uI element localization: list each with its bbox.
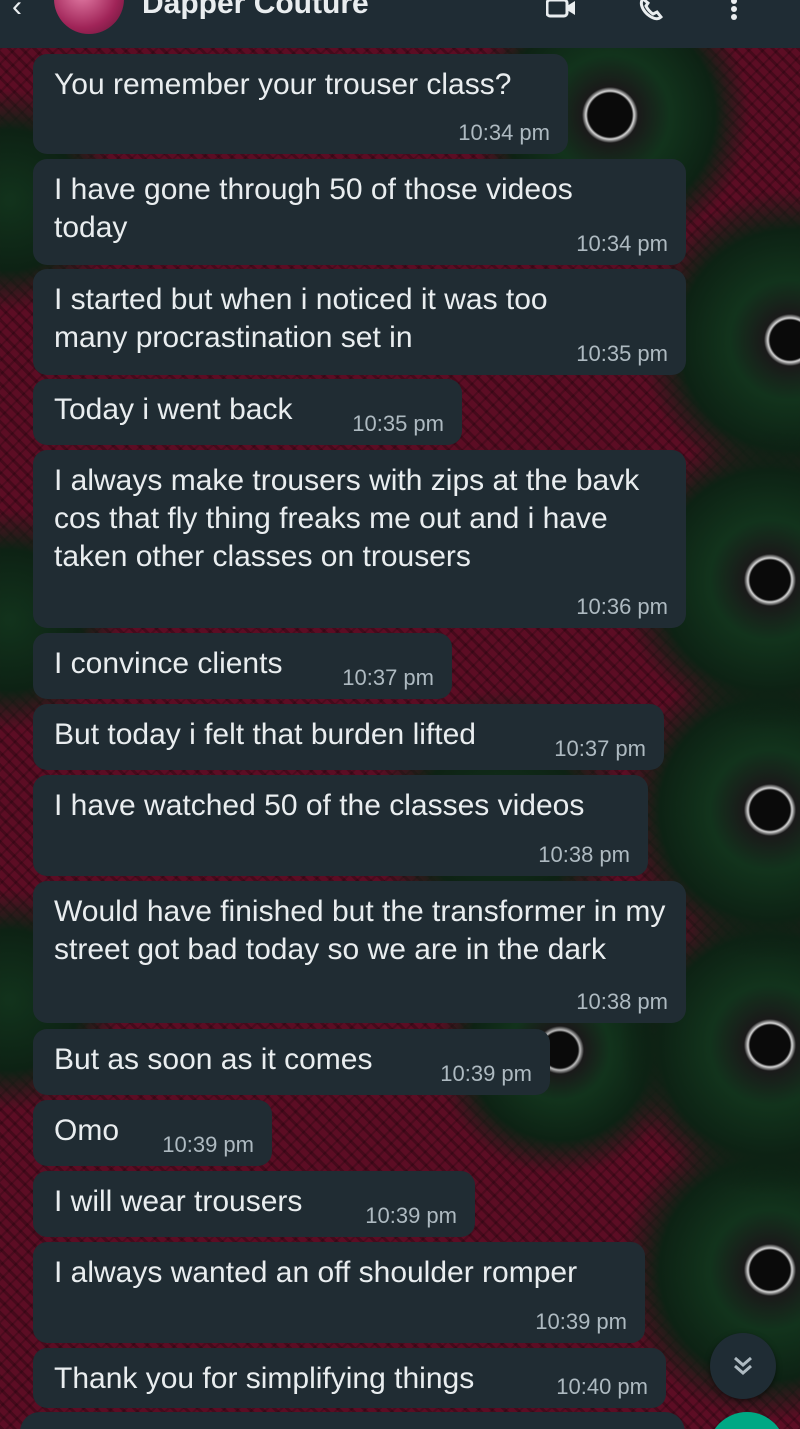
message-time: 10:35 pm: [576, 341, 668, 366]
scroll-to-bottom-button[interactable]: [710, 1333, 776, 1399]
message-bubble[interactable]: But today i felt that burden lifted 10:3…: [33, 704, 664, 770]
avatar[interactable]: [54, 0, 124, 34]
message-time: 10:38 pm: [538, 842, 630, 867]
message-time: 10:34 pm: [458, 120, 550, 145]
message-text: Would have finished but the transformer …: [54, 895, 674, 966]
message-bubble[interactable]: You remember your trouser class? 10:34 p…: [33, 54, 568, 154]
contact-name[interactable]: Dapper Couture: [142, 0, 369, 21]
message-time: 10:35 pm: [352, 411, 444, 436]
message-time: 10:39 pm: [365, 1203, 457, 1228]
message-text: I always make trousers with zips at the …: [54, 464, 648, 573]
message-time: 10:39 pm: [440, 1061, 532, 1086]
message-time: 10:34 pm: [576, 231, 668, 256]
more-options-icon[interactable]: [730, 0, 760, 21]
message-time: 10:38 pm: [576, 989, 668, 1014]
message-bubble[interactable]: But as soon as it comes 10:39 pm: [33, 1029, 550, 1095]
message-bubble[interactable]: Thank you for simplifying things 10:40 p…: [33, 1348, 666, 1408]
double-chevron-down-icon: [734, 1356, 752, 1375]
message-text: I have gone through 50 of those videos t…: [54, 173, 582, 244]
message-text: You remember your trouser class?: [54, 68, 512, 101]
message-bubble[interactable]: I started but when i noticed it was too …: [33, 269, 686, 375]
message-time: 10:40 pm: [556, 1374, 648, 1399]
message-time: 10:37 pm: [342, 665, 434, 690]
message-bubble[interactable]: Omo 10:39 pm: [33, 1100, 272, 1166]
message-bubble[interactable]: I will wear trousers 10:39 pm: [33, 1171, 475, 1237]
video-call-icon[interactable]: [545, 0, 576, 21]
message-bubble[interactable]: I always make trousers with zips at the …: [33, 450, 686, 628]
message-bubble[interactable]: I have watched 50 of the classes videos …: [33, 775, 648, 876]
message-bubble[interactable]: I have gone through 50 of those videos t…: [33, 159, 686, 265]
message-time: 10:39 pm: [535, 1309, 627, 1334]
message-time: 10:39 pm: [162, 1132, 254, 1157]
message-bubble[interactable]: Would have finished but the transformer …: [33, 881, 686, 1023]
message-bubble[interactable]: Today i went back 10:35 pm: [33, 379, 462, 445]
back-arrow-icon[interactable]: ‹: [12, 0, 46, 31]
message-text: I have watched 50 of the classes videos: [54, 789, 585, 822]
message-input-bar[interactable]: [20, 1412, 685, 1429]
message-bubble[interactable]: I always wanted an off shoulder romper 1…: [33, 1242, 645, 1343]
message-text: I started but when i noticed it was too …: [54, 283, 556, 354]
voice-call-icon[interactable]: [638, 0, 668, 21]
message-time: 10:37 pm: [554, 736, 646, 761]
message-text: I always wanted an off shoulder romper: [54, 1256, 578, 1289]
message-bubble[interactable]: I convince clients 10:37 pm: [33, 633, 452, 699]
chat-header: ‹ Dapper Couture: [0, 0, 800, 48]
message-time: 10:36 pm: [576, 594, 668, 619]
send-button[interactable]: [708, 1412, 786, 1429]
